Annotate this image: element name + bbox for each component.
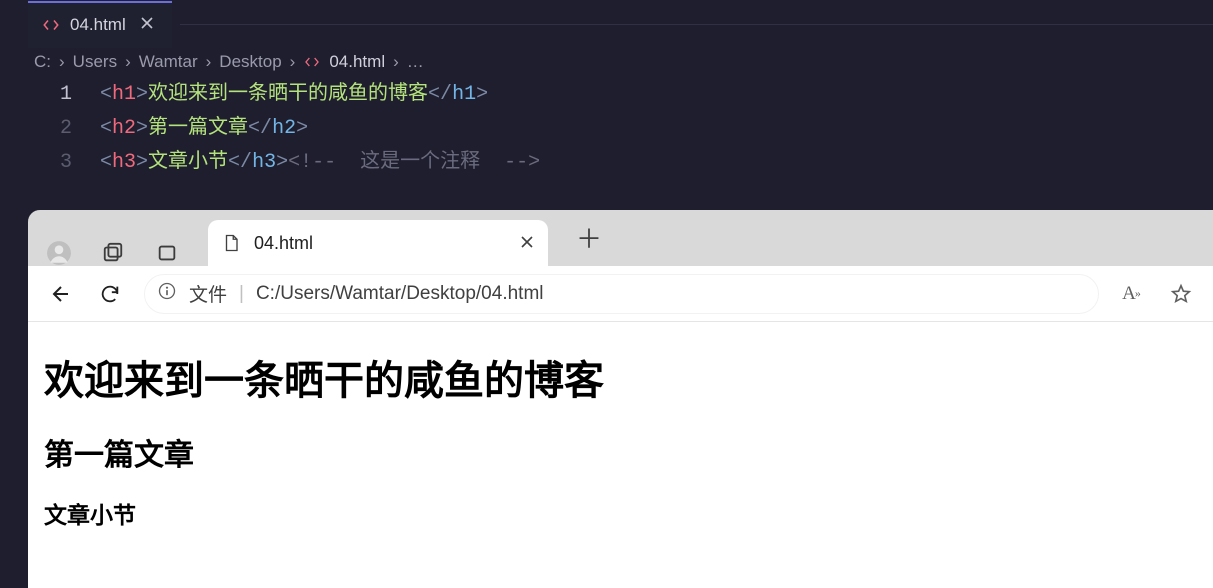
line-number: 1 — [0, 78, 72, 112]
code-editor: 04.html C: › Users › Wamtar › Desktop › … — [0, 0, 1213, 210]
close-icon[interactable] — [520, 232, 534, 255]
chevron-right-icon: › — [125, 52, 131, 72]
browser-tabstrip: 04.html ＋ — [28, 210, 1213, 266]
breadcrumb[interactable]: C: › Users › Wamtar › Desktop › 04.html … — [0, 48, 1213, 78]
browser-window: 04.html ＋ 文件 | C:/Users/Wamtar/Desktop/0… — [28, 210, 1213, 588]
editor-tabbar: 04.html — [0, 0, 1213, 48]
back-button[interactable] — [48, 280, 76, 308]
workspaces-icon[interactable] — [100, 240, 126, 266]
browser-tab-label: 04.html — [254, 233, 506, 254]
favorite-icon[interactable] — [1169, 282, 1193, 306]
html-file-icon — [303, 53, 321, 71]
chevron-right-icon: › — [290, 52, 296, 72]
line-number: 3 — [0, 146, 72, 180]
info-icon[interactable] — [157, 281, 177, 307]
browser-tab[interactable]: 04.html — [208, 220, 548, 266]
line-gutter: 1 2 3 — [0, 78, 100, 180]
address-scheme: 文件 — [189, 280, 227, 307]
page-h3: 文章小节 — [44, 496, 1197, 530]
code-area[interactable]: 1 2 3 <h1>欢迎来到一条晒干的咸鱼的博客</h1> <h2>第一篇文章<… — [0, 78, 1213, 180]
tab-actions-icon[interactable] — [154, 240, 180, 266]
chevron-right-icon: › — [393, 52, 399, 72]
new-tab-button[interactable]: ＋ — [576, 219, 602, 256]
breadcrumb-part[interactable]: Desktop — [219, 52, 281, 72]
breadcrumb-part[interactable]: Users — [73, 52, 117, 72]
address-bar[interactable]: 文件 | C:/Users/Wamtar/Desktop/04.html — [144, 274, 1099, 314]
profile-icon[interactable] — [46, 240, 72, 266]
page-h2: 第一篇文章 — [44, 430, 1197, 474]
chevron-right-icon: › — [59, 52, 65, 72]
refresh-button[interactable] — [96, 280, 124, 308]
chevron-right-icon: › — [206, 52, 212, 72]
read-aloud-icon[interactable]: A» — [1119, 282, 1143, 306]
line-number: 2 — [0, 112, 72, 146]
code-line[interactable]: <h3>文章小节</h3><!-- 这是一个注释 --> — [100, 146, 540, 180]
close-icon[interactable] — [136, 14, 158, 35]
code-line[interactable]: <h2>第一篇文章</h2> — [100, 112, 540, 146]
code-line[interactable]: <h1>欢迎来到一条晒干的咸鱼的博客</h1> — [100, 78, 540, 112]
separator: | — [239, 283, 244, 305]
code-lines[interactable]: <h1>欢迎来到一条晒干的咸鱼的博客</h1> <h2>第一篇文章</h2> <… — [100, 78, 540, 180]
toolbar-right: A» — [1119, 282, 1193, 306]
breadcrumb-file[interactable]: 04.html — [329, 52, 385, 72]
page-content: 欢迎来到一条晒干的咸鱼的博客 第一篇文章 文章小节 — [28, 322, 1213, 588]
page-h1: 欢迎来到一条晒干的咸鱼的博客 — [44, 348, 1197, 406]
breadcrumb-part[interactable]: Wamtar — [139, 52, 198, 72]
editor-tab[interactable]: 04.html — [28, 0, 172, 48]
breadcrumb-part[interactable]: C: — [34, 52, 51, 72]
editor-tab-label: 04.html — [70, 15, 126, 35]
html-file-icon — [42, 16, 60, 34]
address-path: C:/Users/Wamtar/Desktop/04.html — [256, 283, 544, 305]
breadcrumb-tail[interactable]: … — [407, 52, 424, 72]
browser-toolbar: 文件 | C:/Users/Wamtar/Desktop/04.html A» — [28, 266, 1213, 322]
page-icon — [222, 234, 240, 252]
